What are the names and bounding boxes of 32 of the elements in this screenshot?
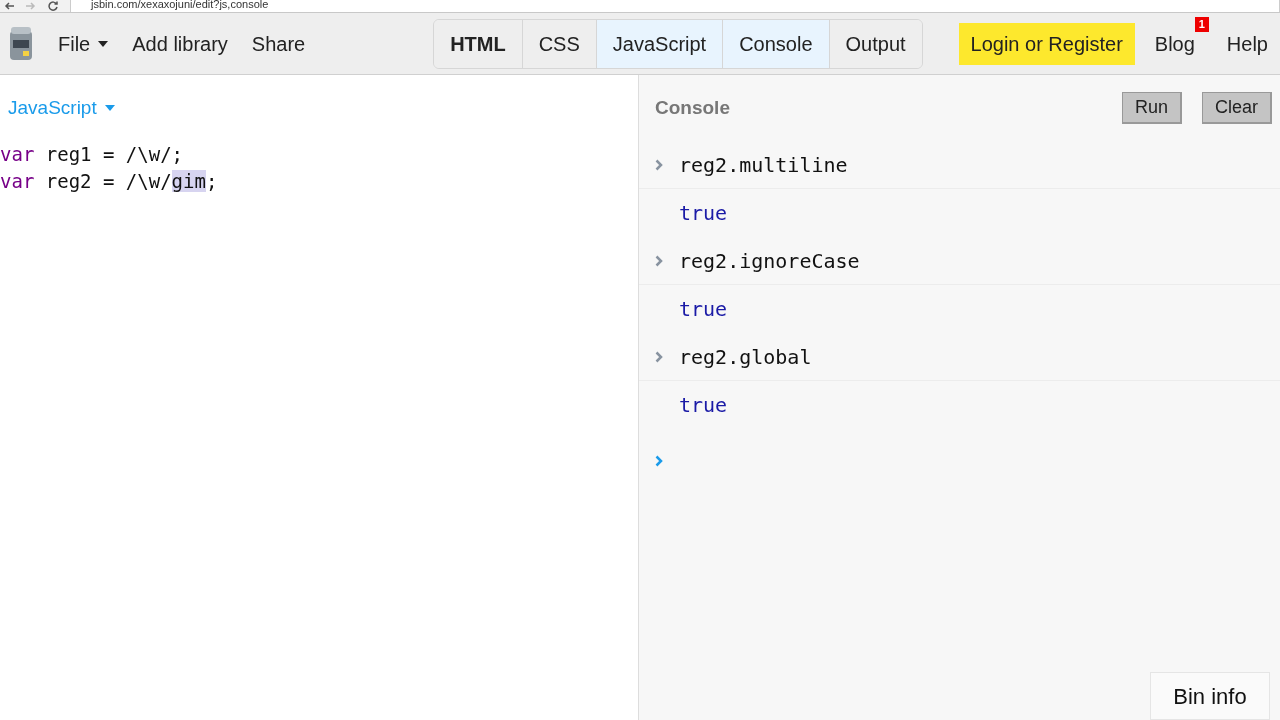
console-result-text: true [679,296,728,323]
console-result-text: true [679,392,728,419]
panel-tab[interactable]: JavaScript [596,19,724,68]
code-line: var reg2 = /\w/gim; [0,169,219,194]
panel-tab[interactable]: HTML [434,19,523,68]
reload-icon[interactable] [48,0,58,11]
prompt-chevron-icon [655,455,663,467]
menu-item[interactable]: Add library [120,28,240,59]
console-button[interactable]: Clear [1202,92,1272,124]
caret-icon [98,40,109,47]
help-link[interactable]: Help [1226,28,1268,59]
panel-tab[interactable]: Console [723,19,830,68]
console-title: Console [655,95,730,120]
console-result-text: true [679,200,728,227]
jar-logo-icon[interactable] [8,25,34,62]
console-command-text: reg2.global [679,343,812,371]
prompt-chevron-icon [655,350,663,363]
prompt-chevron-icon [655,158,663,171]
code-line: var reg1 = /\w/; [0,142,185,167]
console-button[interactable]: Run [1121,92,1182,124]
caret-icon [104,105,115,111]
console-command-text: reg2.ignoreCase [679,247,860,275]
menu-item[interactable]: Share [239,28,318,59]
bin-info-panel[interactable]: Bin info [1150,672,1270,720]
url-field[interactable]: jsbin.com/xexaxojuni/edit?js,console [70,0,1280,12]
blog-link[interactable]: Blog [1154,28,1195,59]
notification-badge: 1 [1194,16,1209,32]
prompt-chevron-icon [655,254,663,267]
menu-item[interactable]: File [46,28,121,59]
back-icon[interactable] [4,1,14,10]
console-command-text: reg2.multiline [679,151,848,179]
login-button[interactable]: Login or Register [958,22,1135,65]
